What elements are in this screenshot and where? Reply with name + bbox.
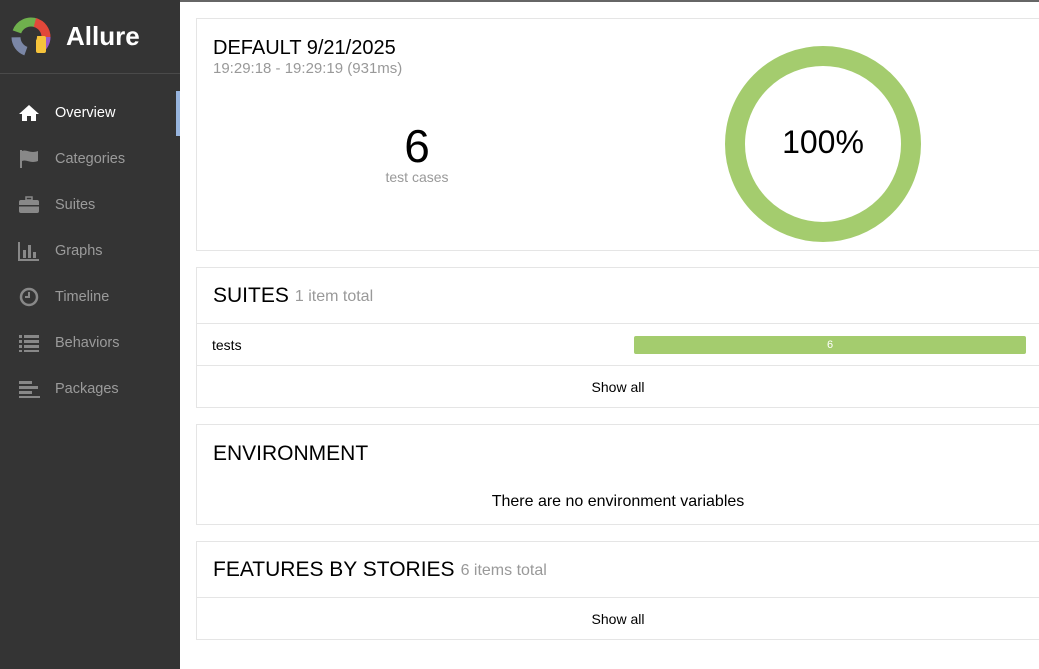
environment-widget: ENVIRONMENT There are no environment var… [196, 424, 1039, 525]
home-icon [18, 103, 40, 123]
summary-widget: DEFAULT 9/21/2025 19:29:18 - 19:29:19 (9… [196, 18, 1039, 251]
sidebar-item-label: Overview [55, 105, 116, 121]
sidebar-item-label: Behaviors [55, 335, 120, 351]
environment-message: There are no environment variables [491, 493, 745, 510]
sidebar-item-label: Graphs [55, 243, 103, 259]
suites-show-all-link[interactable]: Show all [197, 366, 1039, 408]
test-case-count: 6 [404, 120, 430, 172]
pass-rate-percent: 100% [782, 124, 864, 160]
suites-total: 1 item total [294, 288, 374, 305]
sidebar-item-behaviors[interactable]: Behaviors [0, 320, 180, 366]
app-name: Allure [66, 21, 140, 51]
bar-chart-icon [18, 241, 40, 261]
sidebar-item-timeline[interactable]: Timeline [0, 274, 180, 320]
sidebar-nav: Overview Categories Suites Graphs Timeli… [0, 90, 180, 412]
sidebar-item-overview[interactable]: Overview [0, 90, 180, 136]
features-total: 6 items total [460, 562, 547, 579]
suites-widget: SUITES 1 item total tests 6 Show all [196, 267, 1039, 408]
flag-icon [18, 149, 40, 169]
sidebar: Allure Overview Categories Suites Graphs [0, 0, 180, 669]
environment-title: ENVIRONMENT [213, 442, 369, 465]
sidebar-item-label: Categories [55, 151, 126, 167]
suite-name: tests [212, 336, 242, 353]
clock-icon [18, 287, 40, 307]
features-title: FEATURES BY STORIES [213, 557, 455, 581]
brand[interactable]: Allure [0, 0, 180, 74]
test-case-label: test cases [385, 169, 449, 185]
sidebar-item-categories[interactable]: Categories [0, 136, 180, 182]
sidebar-item-label: Timeline [55, 289, 110, 305]
sidebar-item-packages[interactable]: Packages [0, 366, 180, 412]
list-icon [18, 333, 40, 353]
features-header: FEATURES BY STORIES 6 items total [197, 542, 1039, 598]
briefcase-icon [18, 195, 40, 215]
suite-status-bar: 6 [634, 335, 1026, 354]
suites-header: SUITES 1 item total [197, 268, 1039, 324]
features-widget: FEATURES BY STORIES 6 items total Show a… [196, 541, 1039, 640]
sidebar-item-label: Suites [55, 197, 96, 213]
sidebar-item-graphs[interactable]: Graphs [0, 228, 180, 274]
features-show-all-link[interactable]: Show all [197, 598, 1039, 640]
align-left-icon [18, 379, 40, 399]
sidebar-item-suites[interactable]: Suites [0, 182, 180, 228]
allure-logo-icon [11, 17, 51, 56]
report-time: 19:29:18 - 19:29:19 (931ms) [213, 60, 403, 77]
main-content: DEFAULT 9/21/2025 19:29:18 - 19:29:19 (9… [196, 18, 1039, 640]
suite-row[interactable]: tests 6 [197, 324, 1039, 366]
report-title: DEFAULT 9/21/2025 [213, 37, 396, 59]
suites-title: SUITES [213, 283, 289, 307]
sidebar-item-label: Packages [55, 381, 119, 397]
top-border [180, 0, 1039, 2]
